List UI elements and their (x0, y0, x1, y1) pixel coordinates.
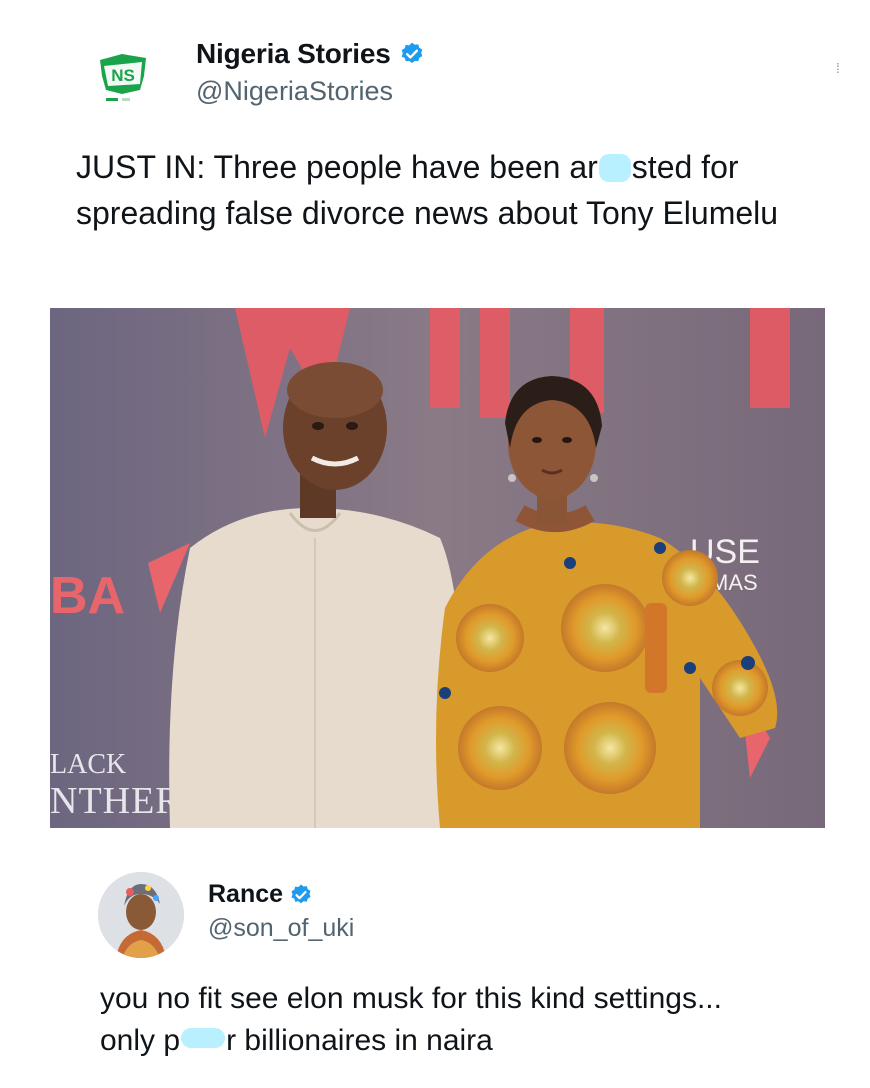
verified-badge-icon (291, 884, 311, 903)
nigeria-stories-avatar[interactable]: NS (92, 46, 154, 108)
post-text: JUST IN: Three people have been ar sted f… (76, 144, 836, 236)
reply-text-line1: you no fit see elon musk for this kind s… (100, 982, 722, 1015)
reply-text-part2a: only p (100, 1024, 181, 1057)
reply-handle[interactable]: @son_of_uki (208, 914, 354, 943)
backdrop-text-nther: NTHER (50, 780, 182, 822)
couple-photo-illustration: BA USE MAS LACK NTHER (50, 308, 825, 828)
censor-blur (598, 154, 631, 182)
more-options-icon[interactable]: ⁞ (836, 61, 844, 80)
rance-avatar-illustration (98, 872, 184, 958)
rance-avatar[interactable] (98, 872, 184, 958)
backdrop-text-ba: BA (50, 567, 125, 625)
reply-text-part2b: r billionaires in naira (226, 1024, 493, 1057)
post-text-part1: JUST IN: Three people have been ar (76, 149, 598, 185)
post-display-name[interactable]: Nigeria Stories (196, 38, 391, 70)
censor-blur (181, 1028, 226, 1048)
post-header: NS Nigeria Stories @NigeriaStories ⁞ (0, 0, 870, 130)
post-photo[interactable]: BA USE MAS LACK NTHER (50, 308, 825, 828)
ns-logo-icon: NS (100, 54, 146, 101)
ns-logo-text: NS (111, 66, 135, 85)
backdrop-text-lack: LACK (50, 749, 126, 780)
reply-display-name[interactable]: Rance (208, 880, 283, 909)
reply-tweet: Rance @son_of_uki you no fit see elon mu… (0, 860, 870, 1088)
verified-badge-icon (401, 42, 422, 63)
reply-text-line2: only p r billionaires in naira (100, 1020, 840, 1062)
reply-text: you no fit see elon musk for this kind s… (100, 978, 840, 1062)
post-handle[interactable]: @NigeriaStories (196, 76, 393, 107)
